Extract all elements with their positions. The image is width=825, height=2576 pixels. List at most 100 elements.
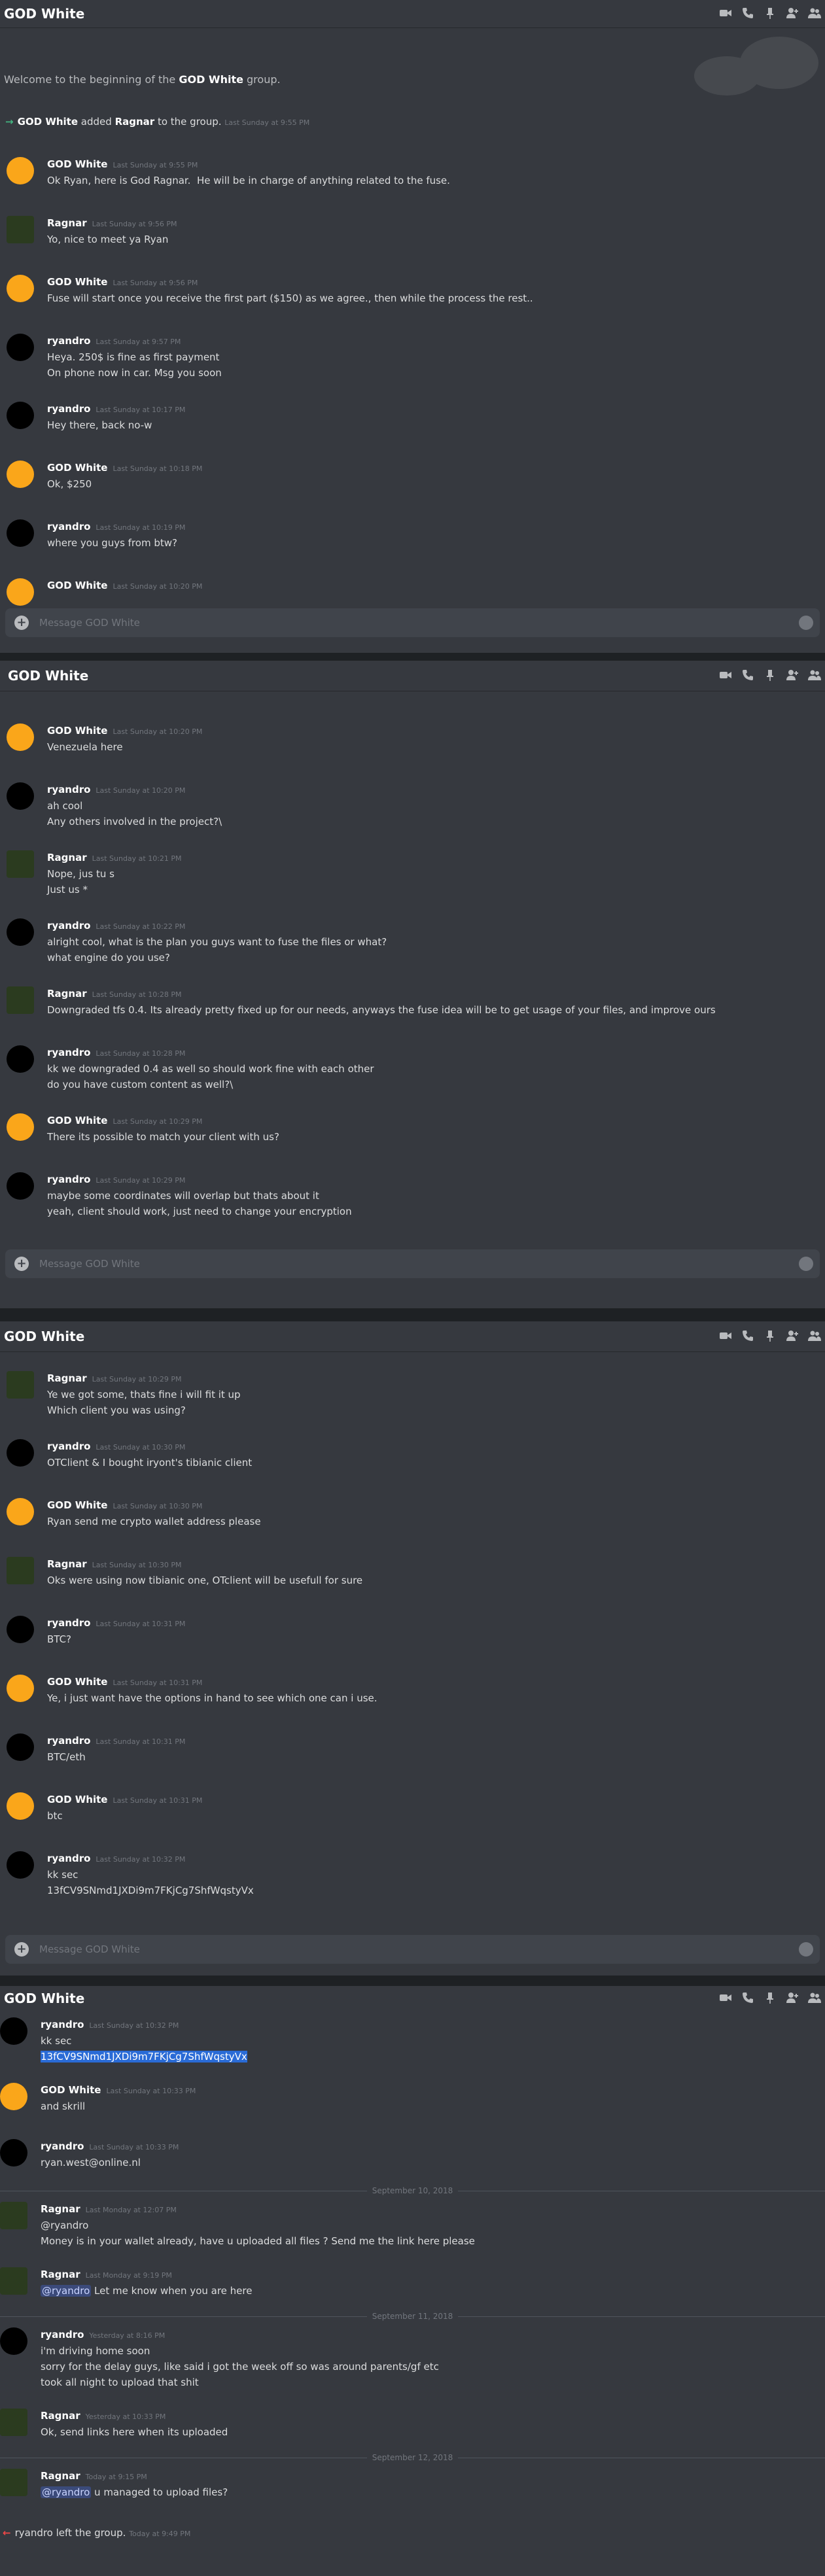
avatar-god-white[interactable]	[7, 275, 34, 302]
author-name[interactable]: ryandro	[47, 1853, 90, 1864]
author-name[interactable]: Ragnar	[47, 988, 87, 1000]
author-name[interactable]: ryandro	[47, 1735, 90, 1747]
video-call-icon[interactable]	[719, 669, 732, 682]
video-call-icon[interactable]	[719, 1991, 732, 2004]
avatar-ryandro[interactable]	[7, 1439, 34, 1467]
emoji-icon[interactable]	[799, 1942, 813, 1957]
author-name[interactable]: Ragnar	[47, 1558, 87, 1570]
avatar-ragnar[interactable]	[0, 2409, 27, 2436]
author-name[interactable]: Ragnar	[47, 1372, 87, 1384]
message-timestamp: Last Sunday at 9:57 PM	[96, 338, 181, 346]
message-input[interactable]	[38, 1257, 760, 1270]
avatar-ryandro[interactable]	[7, 1172, 34, 1200]
author-name[interactable]: ryandro	[47, 1047, 90, 1058]
phone-icon[interactable]	[741, 7, 754, 20]
avatar-ragnar[interactable]	[7, 1557, 34, 1584]
video-call-icon[interactable]	[719, 1329, 732, 1342]
message-text: OTClient & I bought iryont's tibianic cl…	[47, 1457, 253, 1469]
author-name[interactable]: GOD White	[47, 1794, 107, 1805]
message-input[interactable]	[38, 1943, 760, 1956]
avatar-ryandro[interactable]	[7, 519, 34, 547]
pin-icon[interactable]	[764, 669, 777, 682]
members-icon[interactable]	[808, 669, 821, 682]
avatar-ryandro[interactable]	[7, 1733, 34, 1761]
avatar-ragnar[interactable]	[0, 2469, 27, 2496]
video-call-icon[interactable]	[719, 7, 732, 20]
attach-plus-icon[interactable]: +	[14, 616, 29, 630]
author-name[interactable]: ryandro	[47, 403, 90, 415]
avatar-god-white[interactable]	[7, 1792, 34, 1820]
avatar-god-white[interactable]	[7, 157, 34, 184]
user-mention[interactable]: @ryandro	[41, 2285, 92, 2297]
author-name[interactable]: ryandro	[47, 1617, 90, 1629]
author-name[interactable]: ryandro	[47, 1174, 90, 1185]
author-name[interactable]: Ragnar	[47, 217, 87, 229]
add-member-icon[interactable]	[786, 669, 799, 682]
avatar-god-white[interactable]	[7, 1113, 34, 1141]
author-name[interactable]: ryandro	[47, 335, 90, 347]
message-composer: +	[5, 1935, 820, 1964]
author-name[interactable]: ryandro	[47, 1440, 90, 1452]
emoji-icon[interactable]	[799, 616, 813, 630]
message: ryandro Yesterday at 8:16 PM i'm driving …	[0, 2327, 825, 2390]
avatar-ryandro[interactable]	[7, 402, 34, 429]
author-name[interactable]: GOD White	[47, 725, 107, 737]
screenshot-panel-4: GOD White ryandro Last Sunday at 10:32 PM…	[0, 1986, 825, 2576]
avatar-ragnar[interactable]	[7, 1371, 34, 1399]
avatar-ryandro[interactable]	[7, 334, 34, 361]
author-name[interactable]: GOD White	[47, 158, 107, 170]
members-icon[interactable]	[808, 7, 821, 20]
author-name[interactable]: GOD White	[47, 580, 107, 591]
phone-icon[interactable]	[741, 1329, 754, 1342]
message-text: alright cool, what is the plan you guys …	[47, 936, 387, 948]
avatar-ragnar[interactable]	[0, 2267, 27, 2295]
message-list: Ragnar Last Sunday at 10:29 PM Ye we got s…	[0, 1371, 825, 1919]
author-name[interactable]: Ragnar	[47, 852, 87, 863]
avatar-ragnar[interactable]	[7, 986, 34, 1014]
avatar-ryandro[interactable]	[0, 2017, 27, 2045]
avatar-god-white[interactable]	[0, 2083, 27, 2110]
author-name[interactable]: GOD White	[47, 1115, 107, 1126]
phone-icon[interactable]	[741, 1991, 754, 2004]
attach-plus-icon[interactable]: +	[14, 1942, 29, 1957]
user-mention[interactable]: @ryandro	[41, 2486, 92, 2498]
message-timestamp: Last Sunday at 10:31 PM	[113, 1679, 203, 1687]
phone-icon[interactable]	[741, 669, 754, 682]
avatar-ryandro[interactable]	[7, 782, 34, 810]
avatar-ryandro[interactable]	[7, 1851, 34, 1879]
members-icon[interactable]	[808, 1329, 821, 1342]
avatar-god-white[interactable]	[7, 1675, 34, 1702]
message-timestamp: Last Sunday at 10:32 PM	[96, 1855, 186, 1864]
attach-plus-icon[interactable]: +	[14, 1257, 29, 1271]
members-icon[interactable]	[808, 1991, 821, 2004]
avatar-ragnar[interactable]	[0, 2202, 27, 2229]
avatar-god-white[interactable]	[7, 723, 34, 751]
pin-icon[interactable]	[764, 1329, 777, 1342]
author-name[interactable]: ryandro	[47, 521, 90, 532]
add-member-icon[interactable]	[786, 1991, 799, 2004]
author-name[interactable]: GOD White	[47, 276, 107, 288]
avatar-ryandro[interactable]	[7, 918, 34, 946]
add-member-icon[interactable]	[786, 7, 799, 20]
avatar-god-white[interactable]	[7, 1498, 34, 1525]
message-input[interactable]	[38, 616, 760, 629]
avatar-ryandro[interactable]	[0, 2327, 27, 2355]
avatar-ragnar[interactable]	[7, 216, 34, 243]
author-name[interactable]: GOD White	[47, 1676, 107, 1688]
add-member-icon[interactable]	[786, 1329, 799, 1342]
avatar-ragnar[interactable]	[7, 850, 34, 878]
author-name[interactable]: ryandro	[47, 920, 90, 931]
author-name[interactable]: ryandro	[47, 784, 90, 795]
avatar-god-white[interactable]	[7, 461, 34, 488]
avatar-god-white[interactable]	[7, 578, 34, 606]
pin-icon[interactable]	[764, 1991, 777, 2004]
emoji-icon[interactable]	[799, 1257, 813, 1271]
pin-icon[interactable]	[764, 7, 777, 20]
avatar-ryandro[interactable]	[7, 1616, 34, 1643]
author-name[interactable]: GOD White	[47, 1499, 107, 1511]
avatar-ryandro[interactable]	[7, 1045, 34, 1073]
message-text: Yo, nice to meet ya Ryan	[47, 234, 169, 245]
author-name[interactable]: GOD White	[47, 462, 107, 474]
avatar-ryandro[interactable]	[0, 2139, 27, 2167]
message-timestamp: Last Sunday at 9:55 PM	[113, 161, 198, 169]
